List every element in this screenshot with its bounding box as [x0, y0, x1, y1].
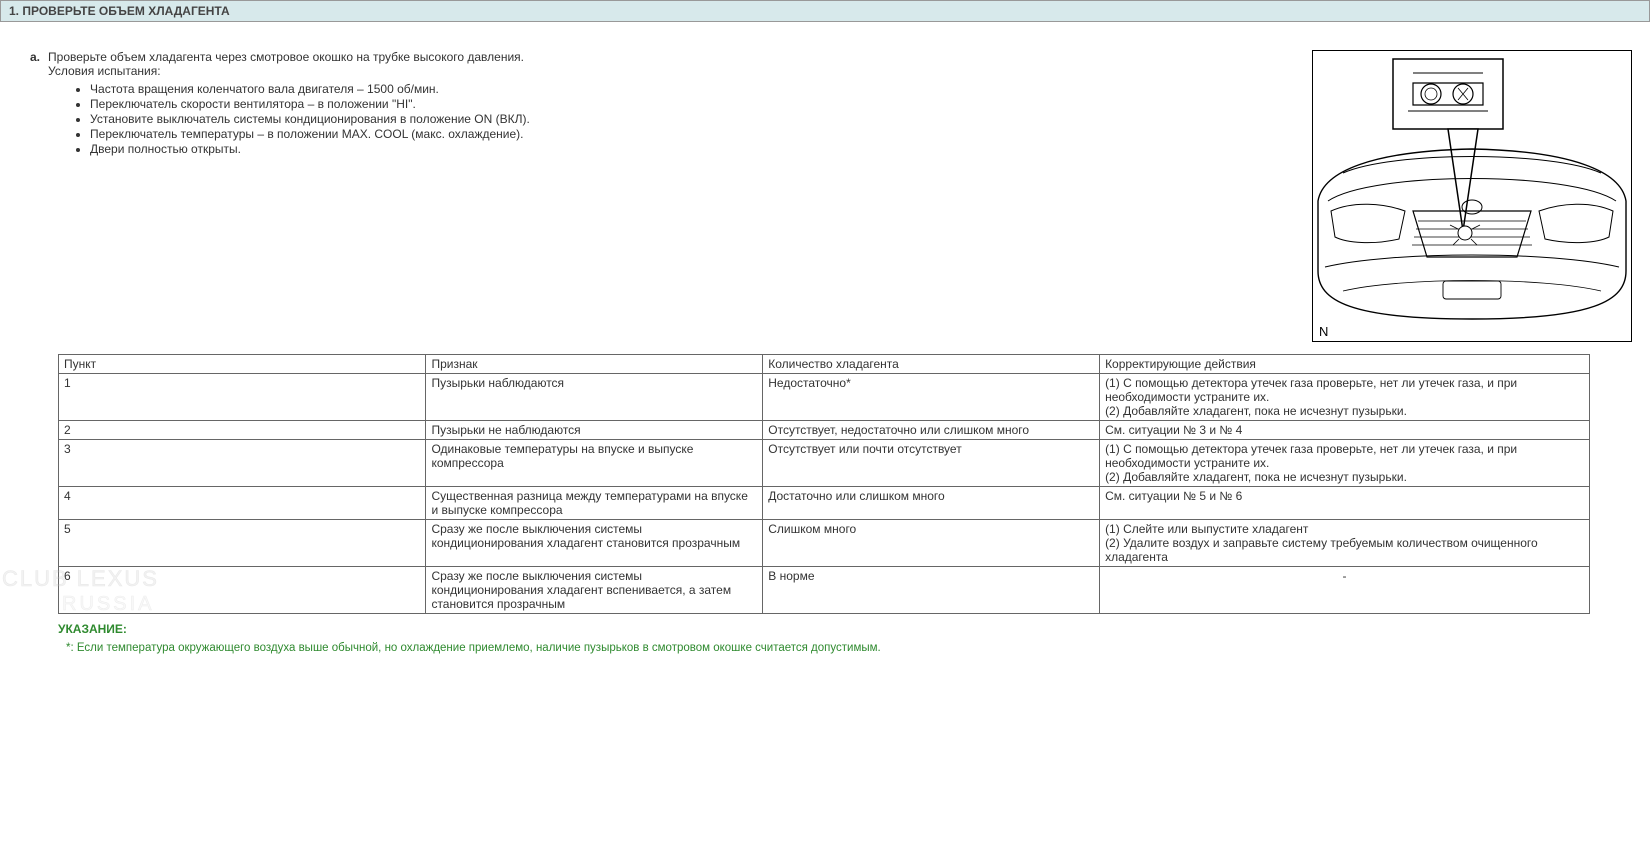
cell-item: 5 — [59, 520, 426, 567]
table-row: 1 Пузырьки наблюдаются Недостаточно* (1)… — [59, 374, 1590, 421]
cell-amount: Слишком много — [763, 520, 1100, 567]
cell-item: 3 — [59, 440, 426, 487]
table-row: 6 Сразу же после выключения системы конд… — [59, 567, 1590, 614]
section-header: 1. ПРОВЕРЬТЕ ОБЪЕМ ХЛАДАГЕНТА — [0, 0, 1650, 22]
table-header-row: Пункт Признак Количество хладагента Корр… — [59, 355, 1590, 374]
cell-item: 4 — [59, 487, 426, 520]
condition-item: Переключатель скорости вентилятора – в п… — [90, 97, 530, 111]
step-body: Проверьте объем хладагента через смотров… — [48, 50, 530, 157]
hint-label: УКАЗАНИЕ: — [58, 622, 1650, 636]
cell-item: 1 — [59, 374, 426, 421]
th-amount: Количество хладагента — [763, 355, 1100, 374]
diagram-label: N — [1319, 324, 1328, 339]
th-action: Корректирующие действия — [1100, 355, 1590, 374]
cell-amount: Отсутствует, недостаточно или слишком мн… — [763, 421, 1100, 440]
cell-action: (1) С помощью детектора утечек газа пров… — [1100, 374, 1590, 421]
refrigerant-table: Пункт Признак Количество хладагента Корр… — [58, 354, 1590, 614]
condition-item: Переключатель температуры – в положении … — [90, 127, 530, 141]
cell-sign: Сразу же после выключения системы кондиц… — [426, 567, 763, 614]
cell-amount: В норме — [763, 567, 1100, 614]
cell-amount: Отсутствует или почти отсутствует — [763, 440, 1100, 487]
condition-item: Частота вращения коленчатого вала двигат… — [90, 82, 530, 96]
vehicle-diagram: N — [1312, 50, 1632, 342]
condition-item: Двери полностью открыты. — [90, 142, 530, 156]
th-item: Пункт — [59, 355, 426, 374]
step-instruction: Проверьте объем хладагента через смотров… — [48, 50, 530, 64]
car-front-icon — [1313, 51, 1631, 341]
conditions-list: Частота вращения коленчатого вала двигат… — [48, 82, 530, 156]
step-block: a. Проверьте объем хладагента через смот… — [30, 50, 1288, 157]
cell-action: (1) С помощью детектора утечек газа пров… — [1100, 440, 1590, 487]
section-number: 1. — [9, 4, 19, 18]
table-row: 3 Одинаковые температуры на впуске и вып… — [59, 440, 1590, 487]
cell-action: См. ситуации № 3 и № 4 — [1100, 421, 1590, 440]
cell-amount: Достаточно или слишком много — [763, 487, 1100, 520]
cell-sign: Одинаковые температуры на впуске и выпус… — [426, 440, 763, 487]
hint-text: *: Если температура окружающего воздуха … — [66, 642, 1650, 654]
conditions-label: Условия испытания: — [48, 64, 530, 78]
cell-action: - — [1100, 567, 1590, 614]
table-row: 4 Существенная разница между температура… — [59, 487, 1590, 520]
cell-amount: Недостаточно* — [763, 374, 1100, 421]
section-title: ПРОВЕРЬТЕ ОБЪЕМ ХЛАДАГЕНТА — [22, 4, 229, 18]
cell-action: (1) Слейте или выпустите хладагент (2) У… — [1100, 520, 1590, 567]
table-row: 2 Пузырьки не наблюдаются Отсутствует, н… — [59, 421, 1590, 440]
cell-action: См. ситуации № 5 и № 6 — [1100, 487, 1590, 520]
cell-sign: Пузырьки не наблюдаются — [426, 421, 763, 440]
table-row: 5 Сразу же после выключения системы конд… — [59, 520, 1590, 567]
condition-item: Установите выключатель системы кондицион… — [90, 112, 530, 126]
cell-sign: Существенная разница между температурами… — [426, 487, 763, 520]
cell-item: 6 — [59, 567, 426, 614]
cell-sign: Пузырьки наблюдаются — [426, 374, 763, 421]
content-wrap: a. Проверьте объем хладагента через смот… — [0, 22, 1650, 350]
th-sign: Признак — [426, 355, 763, 374]
cell-item: 2 — [59, 421, 426, 440]
step-letter: a. — [30, 50, 40, 157]
cell-sign: Сразу же после выключения системы кондиц… — [426, 520, 763, 567]
